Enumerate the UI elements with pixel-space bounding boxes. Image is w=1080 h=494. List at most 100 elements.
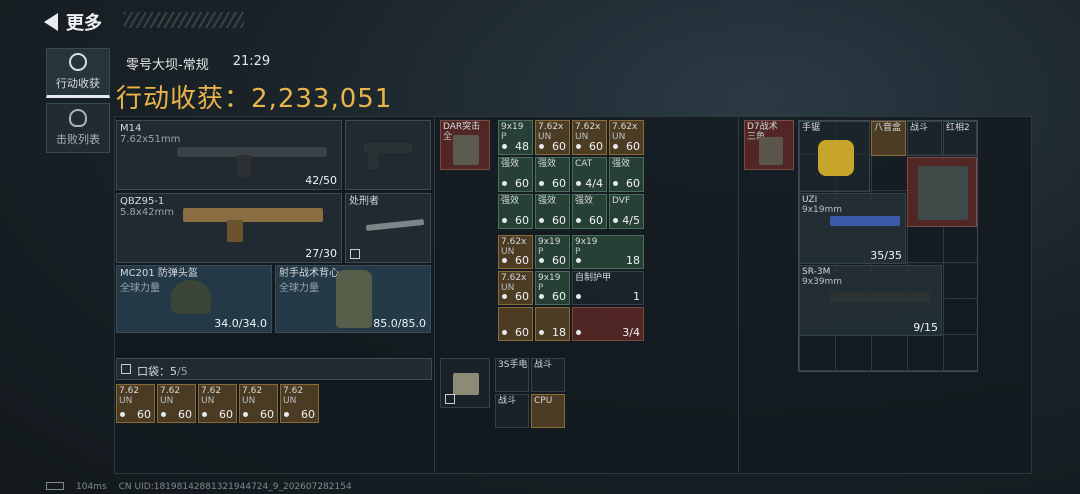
item-name: 红相2 — [946, 123, 970, 133]
safe-item[interactable]: 战斗 — [495, 394, 529, 428]
rig-item[interactable]: 强效 60 — [535, 157, 570, 192]
bag-item[interactable]: 9x19 P 18 — [572, 235, 644, 269]
red-scope-item[interactable]: 红相2 — [943, 121, 977, 156]
item-count: 60 — [589, 140, 603, 153]
durability: 34.0/34.0 — [214, 317, 267, 330]
music-box-item[interactable]: 八音盒 — [871, 121, 906, 156]
sr3m-item[interactable]: SR-3M 9x39mm 9/15 — [799, 265, 942, 336]
armor-slot[interactable]: 射手战术背心 全球力量 85.0/85.0 — [275, 265, 431, 333]
saw-icon — [818, 140, 854, 176]
rifle-grip — [227, 220, 243, 242]
rig-item[interactable]: 强效 60 — [498, 194, 533, 229]
bag-item[interactable]: 18 — [535, 307, 570, 341]
item-count: 60 — [589, 214, 603, 227]
stack-dot-icon — [539, 181, 544, 186]
item-sub: UN — [119, 396, 133, 406]
stack-dot-icon — [539, 330, 544, 335]
pocket-item[interactable]: 7.62 UN 60 — [239, 384, 278, 423]
item-name: 强效 — [501, 159, 520, 169]
knife-icon — [365, 218, 425, 232]
back-label: 更多 — [66, 13, 102, 34]
melee-slot[interactable]: 处刑者 — [345, 193, 431, 263]
bag-item[interactable]: 3/4 — [572, 307, 644, 341]
ammo-count: 27/30 — [305, 247, 337, 260]
rig-item[interactable]: 强效 60 — [498, 157, 533, 192]
bag-item[interactable]: 60 — [498, 307, 533, 341]
combat-item[interactable]: 战斗 — [907, 121, 942, 156]
item-name: 战斗 — [498, 396, 517, 406]
crate-icon — [918, 166, 968, 220]
item-name: 7.62x — [538, 122, 564, 132]
tab-action-haul[interactable]: 行动收获 — [46, 48, 110, 98]
pocket-item[interactable]: 7.62 UN 60 — [280, 384, 319, 423]
item-name: 7.62 — [160, 386, 181, 396]
armor-name: 射手战术背心 — [279, 268, 339, 279]
rig-item[interactable]: 7.62x UN 60 — [535, 120, 570, 155]
helmet-slot[interactable]: MC201 防弹头盔 全球力量 34.0/34.0 — [116, 265, 272, 333]
bag-item[interactable]: 9x19 P 60 — [535, 271, 570, 305]
item-name: 9x19 — [538, 237, 561, 247]
bag-item[interactable]: 9x19 P 60 — [535, 235, 570, 269]
item-count: 60 — [626, 177, 640, 190]
stack-dot-icon — [502, 294, 507, 299]
pocket-item[interactable]: 7.62 UN 60 — [198, 384, 237, 423]
bag-item[interactable]: 自制护甲 1 — [572, 271, 644, 305]
item-sub: UN — [201, 396, 215, 406]
bag-item[interactable]: 7.62x UN 60 — [498, 271, 533, 305]
tab-label: 击败列表 — [56, 133, 100, 146]
rig-item[interactable]: DVF 4/5 — [609, 194, 644, 229]
primary-weapon-slot[interactable]: M14 7.62x51mm 42/50 — [116, 120, 342, 190]
item-name: CAT — [575, 159, 593, 169]
item-count: 60 — [515, 326, 529, 339]
item-name: 强效 — [538, 159, 557, 169]
bag-item[interactable]: 7.62x UN 60 — [498, 235, 533, 269]
sidearm-slot[interactable] — [345, 120, 431, 190]
safe-item[interactable]: CPU — [531, 394, 565, 428]
rig-item[interactable]: CAT 4/4 — [572, 157, 607, 192]
rig-item[interactable]: 7.62x UN 60 — [609, 120, 644, 155]
no-insure-icon — [350, 249, 360, 259]
item-name: 手锯 — [802, 123, 821, 133]
safe-item[interactable]: 战斗 — [531, 358, 565, 392]
weapon-caliber: 7.62x51mm — [120, 134, 181, 145]
stack-dot-icon — [613, 181, 618, 186]
item-sub: UN — [501, 247, 515, 257]
secondary-weapon-slot[interactable]: QBZ95-1 5.8x42mm 27/30 — [116, 193, 342, 263]
safe-box-slot[interactable] — [440, 358, 490, 408]
item-count: 60 — [137, 408, 151, 421]
rig-sub: 全 — [443, 132, 453, 142]
item-count: 60 — [301, 408, 315, 421]
back-button[interactable]: 更多 — [44, 8, 124, 36]
pocket-item[interactable]: 7.62 UN 60 — [116, 384, 155, 423]
stack-dot-icon — [202, 412, 207, 417]
helmet-name: MC201 防弹头盔 — [120, 268, 198, 279]
hand-saw-item[interactable]: 手锯 — [799, 121, 870, 192]
item-count: 1 — [633, 290, 640, 303]
item-name: 7.62x — [501, 273, 527, 283]
item-name: 9x19 — [538, 273, 561, 283]
pocket-item[interactable]: 7.62 UN 60 — [157, 384, 196, 423]
rig-slot[interactable]: DAR突击 全 — [440, 120, 490, 170]
stack-dot-icon — [161, 412, 166, 417]
rig-item[interactable]: 强效 60 — [572, 194, 607, 229]
stack-dot-icon — [502, 218, 507, 223]
pockets-header: 口袋：5/5 — [116, 358, 432, 380]
tab-kill-list[interactable]: 击败列表 — [46, 103, 110, 153]
item-count: 3/4 — [622, 326, 640, 339]
item-count: 60 — [515, 214, 529, 227]
map-name: 零号大坝-常规 — [126, 58, 209, 73]
smg-icon — [830, 216, 900, 226]
rig-item[interactable]: 9x19 P 48 — [498, 120, 533, 155]
item-name: 强效 — [538, 196, 557, 206]
backpack-slot[interactable]: D7战术 三角 — [744, 120, 794, 170]
crate-item[interactable] — [907, 157, 977, 227]
safe-item[interactable]: 3S手电 — [495, 358, 529, 392]
rig-item[interactable]: 强效 60 — [535, 194, 570, 229]
rig-item[interactable]: 7.62x UN 60 — [572, 120, 607, 155]
uzi-item[interactable]: UZI 9x19mm 35/35 — [799, 193, 906, 264]
rig-item[interactable]: 强效 60 — [609, 157, 644, 192]
rifle-magazine — [237, 155, 251, 177]
header-stripe — [124, 12, 244, 28]
raid-info: 零号大坝-常规 21:29 — [126, 54, 270, 73]
item-sub: P — [538, 247, 544, 257]
